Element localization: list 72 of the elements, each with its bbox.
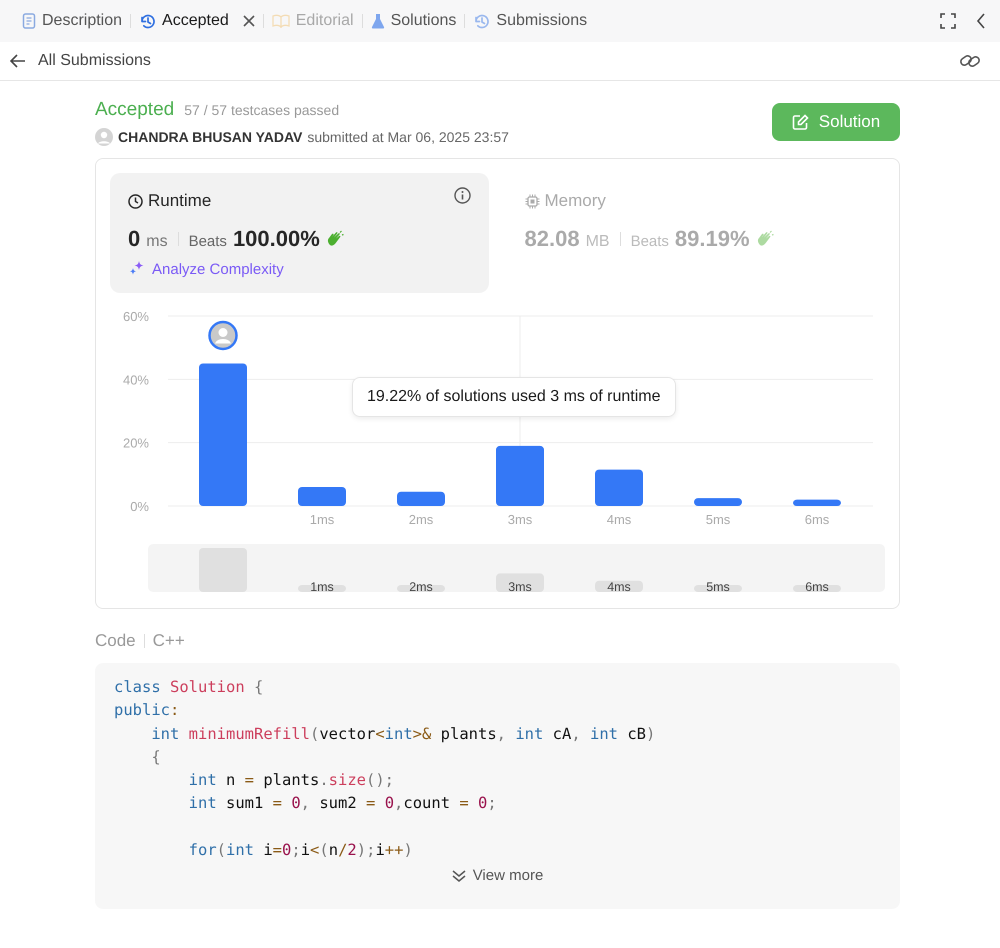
navigator-label: 3ms [508,580,532,594]
bar[interactable] [397,492,445,506]
fullscreen-icon[interactable] [940,13,956,29]
navigator-bar [496,573,544,592]
tab[interactable]: Solutions [364,8,462,34]
y-axis-label: 60% [122,309,149,324]
clap-icon [756,230,774,248]
view-more-button[interactable]: View more [446,866,550,886]
x-axis-label: 4ms [606,512,632,527]
stat-card[interactable]: Runtime 0 ms Beats 100.00% Analyze Complexity [110,173,488,293]
clock-icon [128,194,143,208]
book-icon [272,14,290,28]
navigator-label: 6ms [805,580,829,594]
chart-tooltip: 19.22% of solutions used 3 ms of runtime [352,377,676,417]
stat-value: 0 [128,226,140,252]
tab[interactable]: Accepted [133,8,261,34]
stat-value: 82.08 [524,226,580,252]
double-chevron-down-icon [452,868,466,883]
code-line: for(int i=0;i<(n/2);i++) [188,840,414,862]
bar[interactable] [793,500,841,506]
bar[interactable] [694,498,742,506]
author-name[interactable]: CHANDRA BHUSAN YADAV [118,129,302,145]
y-axis-label: 0% [130,499,149,514]
beats-label: Beats [630,233,669,250]
analyze-complexity-link[interactable]: Analyze Complexity [128,260,284,278]
stat-unit: ms [146,233,168,251]
navigator-label: 5ms [706,580,730,594]
document-icon [22,13,36,29]
tab[interactable]: Submissions [467,8,594,34]
x-axis-label: 3ms [508,512,532,527]
history-icon [473,12,490,30]
edit-icon [792,114,809,130]
tab[interactable]: Description [16,8,128,34]
beats-percent: 89.19% [674,226,750,252]
back-link[interactable]: All Submissions [10,52,151,70]
close-icon[interactable] [242,15,255,27]
history-icon [139,12,156,30]
x-axis-label: 5ms [706,512,730,527]
info-icon[interactable] [454,187,470,204]
code-line: int minimumRefill(vector<int>& plants, int cA, int cB) [150,724,656,745]
testcases-text: 57 / 57 testcases passed [184,102,340,118]
user-avatar-marker [208,320,238,350]
code-line: int n = plants.size(); [188,770,395,792]
code-label: Code [95,631,136,651]
navigator-label: 1ms [310,580,334,594]
collapse-icon[interactable] [976,13,986,29]
stat-title: Memory [524,191,606,211]
y-axis-label: 20% [122,436,149,451]
clap-icon [326,230,344,248]
navigator-bar [199,548,247,592]
navigator-label: 2ms [409,580,433,594]
submitted-text: submitted at Mar 06, 2025 23:57 [307,129,509,145]
language-label: C++ [152,631,185,651]
code-line: int sum1 = 0, sum2 = 0,count = 0; [188,793,498,814]
code-line: { [150,746,162,768]
x-axis-label: 6ms [804,512,830,527]
y-axis-label: 40% [122,372,149,388]
x-axis-label: 2ms [408,512,434,527]
status-text: Accepted [95,99,174,121]
avatar-icon [95,128,113,146]
back-arrow-icon [10,54,26,68]
stat-unit: MB [586,233,610,251]
beats-percent: 100.00% [232,226,320,252]
code-line: public: [114,700,180,722]
code-line: class Solution { [114,677,264,698]
link-icon[interactable] [959,52,981,70]
x-axis-label: 1ms [310,512,334,527]
beats-label: Beats [188,233,227,250]
navigator-label: 4ms [607,580,631,594]
chip-icon [524,194,540,208]
stat-title: Runtime [128,191,212,211]
flask-icon [370,13,385,29]
